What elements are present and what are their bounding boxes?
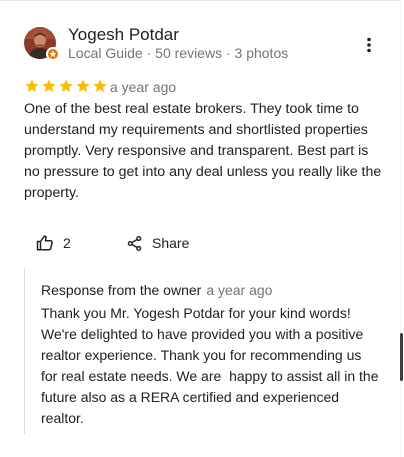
review-text: One of the best real estate brokers. The… [24,101,382,201]
owner-response-text: Thank you Mr. Yogesh Potdar for your kin… [41,305,383,426]
star-icon [76,79,90,92]
reviewer-meta: Local Guide · 50 reviews · 3 photos [68,45,289,61]
thumbs-up-icon [36,235,53,251]
star-icon [42,79,56,92]
share-button[interactable]: Share [126,232,189,254]
more-vert-icon [367,37,371,53]
owner-response-title: Response from the owner [41,282,202,298]
divider [0,0,400,1]
review-date: a year ago [110,79,177,95]
local-guide-badge-icon [46,47,60,61]
owner-response-heading: Response from the owner a year ago [41,282,272,298]
like-count: 2 [63,235,71,251]
reviewer-name[interactable]: Yogesh Potdar [68,25,179,45]
scrollbar-thumb[interactable] [400,333,403,381]
star-icon [59,79,73,92]
owner-response: Response from the owner a year ago Thank … [24,268,384,434]
share-icon [127,235,142,251]
more-options-button[interactable] [358,34,380,56]
owner-response-date: a year ago [206,282,273,298]
like-button[interactable]: 2 [36,232,71,254]
reviewer-avatar[interactable] [24,27,60,61]
share-label: Share [152,235,190,251]
scroll-track [400,0,401,457]
star-rating [24,78,108,94]
star-icon [93,79,107,92]
review-card: Yogesh Potdar Local Guide · 50 reviews ·… [0,0,404,457]
star-icon [25,79,39,92]
